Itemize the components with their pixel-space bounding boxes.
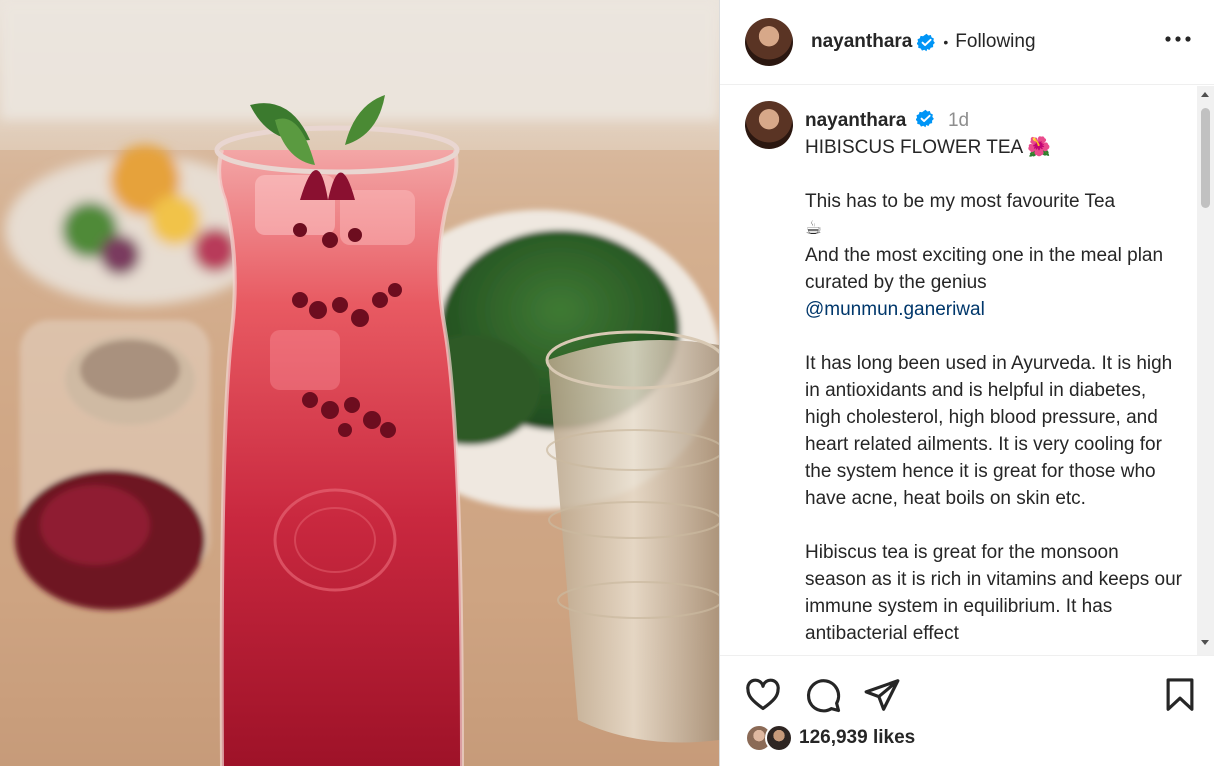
post-actions: 126,939 likes [720, 655, 1214, 766]
caption-title: HIBISCUS FLOWER TEA 🌺 [805, 137, 1052, 158]
caption-text: nayanthara 1d HIBISCUS FLOWER TEA 🌺 This… [805, 107, 1185, 647]
caption-line: And the most exciting one in the meal pl… [805, 245, 1169, 293]
post-header: nayanthara • Following [720, 0, 1214, 85]
caption-paragraph: Hibiscus tea is great for the monsoon se… [805, 542, 1188, 644]
verified-badge-icon [917, 33, 936, 51]
likes-row: 126,939 likes [745, 724, 915, 752]
caption-scrollbar[interactable] [1197, 86, 1214, 655]
caption-username[interactable]: nayanthara [805, 110, 906, 131]
scroll-down-arrow[interactable] [1201, 640, 1209, 645]
verified-badge-icon [915, 110, 934, 128]
header-separator: • [943, 34, 949, 50]
more-horizontal-icon[interactable] [1163, 26, 1193, 52]
author-avatar[interactable] [745, 18, 793, 66]
tea-emoji: ☕ [805, 218, 823, 239]
caption-scroll-area[interactable]: nayanthara 1d HIBISCUS FLOWER TEA 🌺 This… [720, 86, 1214, 655]
author-username[interactable]: nayanthara [811, 31, 912, 53]
heart-icon[interactable] [744, 676, 782, 714]
hibiscus-tea-photo [0, 0, 719, 766]
likes-count[interactable]: 126,939 likes [799, 727, 915, 749]
mention-link[interactable]: @munmun.ganeriwal [805, 296, 1185, 323]
liker-avatar[interactable] [765, 724, 793, 752]
bookmark-icon[interactable] [1161, 676, 1199, 714]
post-side-panel: nayanthara • Following nayanthara 1d HIB… [719, 0, 1214, 766]
post-timestamp[interactable]: 1d [948, 110, 969, 131]
post-image[interactable] [0, 0, 719, 766]
scroll-up-arrow[interactable] [1201, 92, 1209, 97]
scrollbar-thumb[interactable] [1201, 108, 1210, 208]
following-button[interactable]: Following [955, 31, 1035, 53]
caption-avatar[interactable] [745, 101, 793, 149]
caption-line: This has to be my most favourite Tea [805, 191, 1116, 212]
caption-paragraph: It has long been used in Ayurveda. It is… [805, 353, 1178, 509]
share-icon[interactable] [863, 676, 901, 714]
comment-icon[interactable] [804, 676, 842, 714]
